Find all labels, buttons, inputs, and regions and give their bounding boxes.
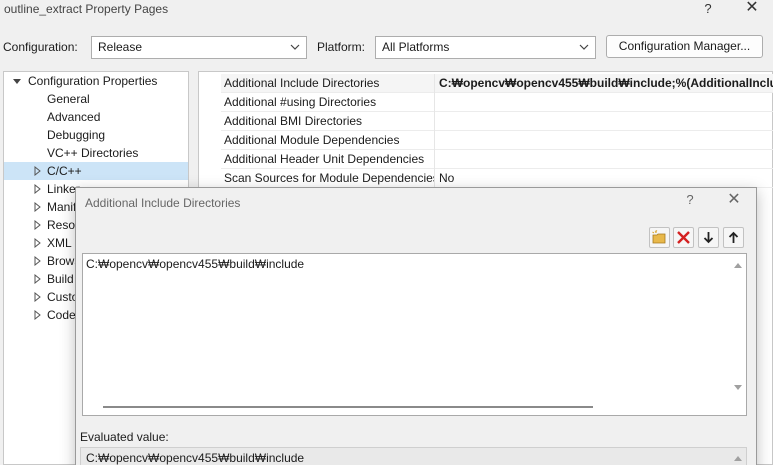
column-separator — [434, 169, 435, 188]
move-up-icon — [728, 231, 739, 243]
expand-triangle-icon[interactable] — [32, 202, 42, 212]
platform-label: Platform: — [317, 40, 366, 54]
expand-triangle-icon[interactable] — [32, 292, 42, 302]
property-name: Additional Include Directories — [224, 76, 380, 90]
dialog-title: Additional Include Directories — [85, 196, 241, 210]
help-button[interactable]: ? — [697, 0, 719, 20]
property-row[interactable]: Additional Include Directories C:₩opencv₩… — [221, 74, 773, 93]
configuration-value: Release — [98, 40, 143, 54]
column-separator — [434, 74, 435, 93]
column-separator — [434, 112, 435, 131]
include-directories-dialog: Additional Include Directories ? ✕ C:₩op… — [75, 187, 757, 465]
property-row[interactable]: Additional BMI Directories — [221, 112, 773, 131]
expand-triangle-icon[interactable] — [32, 274, 42, 284]
property-row[interactable]: Additional #using Directories — [221, 93, 773, 112]
evaluated-value-box: C:₩opencv₩opencv455₩build₩include — [80, 447, 747, 465]
directories-editor[interactable]: C:₩opencv₩opencv455₩build₩include — [82, 253, 747, 416]
scroll-up-arrow-icon[interactable] — [733, 454, 743, 462]
move-down-icon — [703, 232, 714, 244]
horizontal-scrollbar[interactable] — [84, 399, 729, 415]
move-up-button[interactable] — [723, 227, 744, 248]
editor-text[interactable]: C:₩opencv₩opencv455₩build₩include — [86, 257, 304, 271]
vertical-scrollbar[interactable] — [730, 255, 746, 397]
property-name: Additional Header Unit Dependencies — [224, 152, 425, 166]
tree-item-label: General — [47, 92, 90, 106]
delete-button[interactable] — [673, 227, 694, 248]
title-bar: outline_extract Property Pages ? ✕ — [0, 0, 773, 24]
property-name: Additional BMI Directories — [224, 114, 363, 128]
chevron-down-icon — [579, 44, 589, 50]
expand-triangle-icon[interactable] — [32, 220, 42, 230]
new-line-icon — [652, 230, 666, 244]
property-name: Additional #using Directories — [224, 95, 377, 109]
tree-item-label: Debugging — [47, 128, 106, 142]
property-value[interactable]: C:₩opencv₩opencv455₩build₩include;%(Addi… — [439, 76, 773, 90]
tree-root[interactable]: Configuration Properties — [4, 72, 188, 90]
property-value[interactable]: No — [439, 171, 773, 185]
platform-dropdown[interactable]: All Platforms — [375, 36, 596, 59]
expand-triangle-icon[interactable] — [32, 256, 42, 266]
dialog-close-button[interactable]: ✕ — [725, 192, 743, 212]
scroll-down-arrow-icon[interactable] — [733, 384, 743, 392]
column-separator — [434, 93, 435, 112]
property-row[interactable]: Scan Sources for Module Dependencies No — [221, 169, 773, 188]
tree-item[interactable]: Debugging — [4, 126, 188, 144]
tree-item[interactable]: General — [4, 90, 188, 108]
evaluated-value-text: C:₩opencv₩opencv455₩build₩include — [86, 451, 305, 465]
property-name: Additional Module Dependencies — [224, 133, 400, 147]
configuration-manager-button[interactable]: Configuration Manager... — [606, 35, 763, 58]
column-separator — [434, 131, 435, 150]
expand-triangle-icon[interactable] — [32, 184, 42, 194]
configuration-dropdown[interactable]: Release — [91, 36, 307, 59]
dialog-help-button[interactable]: ? — [681, 192, 699, 212]
tree-root-label: Configuration Properties — [28, 74, 158, 88]
configuration-label: Configuration: — [3, 40, 78, 54]
tree-item-label: C/C++ — [47, 164, 82, 178]
close-button[interactable]: ✕ — [740, 0, 764, 20]
tree-item[interactable]: C/C++ — [4, 162, 188, 180]
tree-item[interactable]: VC++ Directories — [4, 144, 188, 162]
delete-icon — [677, 231, 690, 244]
evaluated-value-label: Evaluated value: — [80, 430, 169, 444]
property-name: Scan Sources for Module Dependencies — [224, 171, 434, 185]
tree-item-label: VC++ Directories — [47, 146, 139, 160]
property-row[interactable]: Additional Module Dependencies — [221, 131, 773, 150]
collapse-triangle-icon — [13, 79, 21, 84]
platform-value: All Platforms — [382, 40, 450, 54]
expand-triangle-icon[interactable] — [32, 166, 42, 176]
window-title: outline_extract Property Pages — [4, 2, 169, 16]
column-separator — [434, 150, 435, 169]
horizontal-scroll-thumb[interactable] — [103, 406, 593, 408]
chevron-down-icon — [290, 44, 300, 50]
expand-triangle-icon[interactable] — [32, 310, 42, 320]
property-row[interactable]: Additional Header Unit Dependencies — [221, 150, 773, 169]
expand-triangle-icon[interactable] — [32, 238, 42, 248]
new-line-button[interactable] — [649, 227, 670, 248]
scroll-up-arrow-icon[interactable] — [733, 261, 743, 269]
tree-item[interactable]: Advanced — [4, 108, 188, 126]
move-down-button[interactable] — [698, 227, 719, 248]
tree-item-label: Advanced — [47, 110, 101, 124]
